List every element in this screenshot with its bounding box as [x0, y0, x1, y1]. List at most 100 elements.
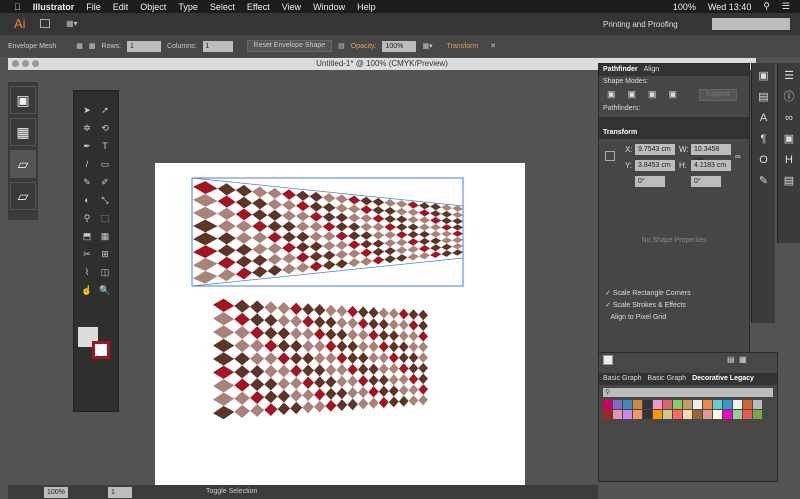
swatch[interactable] — [723, 400, 732, 409]
document-info-icon[interactable]: ▤ — [781, 173, 797, 189]
tool-icon[interactable]: ➚ — [98, 103, 112, 117]
character-icon[interactable]: A — [756, 110, 772, 126]
swatch[interactable] — [703, 410, 712, 419]
tool-icon[interactable]: ✐ — [98, 175, 112, 189]
opentype-icon[interactable]: O — [756, 152, 772, 168]
layers-icon[interactable]: ☰ — [781, 68, 797, 84]
swatch[interactable] — [673, 410, 682, 419]
tool-icon[interactable]: ⌇ — [80, 265, 94, 279]
reference-point-icon[interactable] — [605, 151, 615, 161]
swatch[interactable] — [623, 400, 632, 409]
tool-icon[interactable]: ⤡ — [98, 193, 112, 207]
unite-icon[interactable]: ▣ — [607, 89, 616, 101]
x-input[interactable]: 9.7543 cm — [635, 144, 675, 155]
exclude-icon[interactable]: ▣ — [669, 89, 678, 101]
zoom-input[interactable]: 100% — [44, 487, 68, 498]
swatch[interactable] — [603, 410, 612, 419]
tool-icon[interactable]: ✎ — [80, 175, 94, 189]
envelope-warp-icon[interactable]: ▣ — [10, 86, 36, 114]
swatch[interactable] — [653, 400, 662, 409]
pathfinder-icon[interactable]: ▣ — [756, 68, 772, 84]
tool-icon[interactable]: ➤ — [80, 103, 94, 117]
status-text[interactable]: Toggle Selection — [206, 488, 257, 495]
swatch[interactable] — [683, 410, 692, 419]
tab-basic-graph-2[interactable]: Basic Graph — [648, 373, 687, 385]
list-view-icon[interactable]: ▤ — [727, 355, 735, 364]
checkbox-scale-corners[interactable]: ✓ Scale Rectangle Corners — [605, 288, 749, 300]
swatch[interactable] — [703, 400, 712, 409]
artboards-icon[interactable]: ▣ — [781, 131, 797, 147]
swatch[interactable] — [673, 400, 682, 409]
stroke-color-icon[interactable] — [92, 341, 110, 359]
checkbox-align-pixel[interactable]: Align to Pixel Grid — [605, 312, 749, 324]
tool-icon[interactable]: ⬚ — [98, 211, 112, 225]
fill-stroke-icon[interactable] — [603, 355, 613, 365]
swatch[interactable] — [683, 400, 692, 409]
page-input[interactable]: 1 — [108, 487, 132, 498]
swatch[interactable] — [733, 400, 742, 409]
swatch-search-input[interactable]: ⚲ — [603, 388, 773, 397]
w-input[interactable]: 10.3458 cm — [691, 144, 731, 164]
tab-pathfinder[interactable]: Pathfinder — [603, 64, 638, 76]
minus-front-icon[interactable]: ▣ — [628, 89, 637, 101]
h-input[interactable]: 4.1183 cm — [691, 160, 731, 171]
graphic-styles-icon[interactable]: H — [781, 152, 797, 168]
swatch[interactable] — [743, 400, 752, 409]
swatch[interactable] — [643, 410, 652, 419]
paragraph-icon[interactable]: ¶ — [756, 131, 772, 147]
tab-align[interactable]: Align — [644, 64, 660, 76]
perspective-distort-icon[interactable]: ▱ — [10, 182, 36, 210]
align-icon[interactable]: ▤ — [756, 89, 772, 105]
tool-icon[interactable]: ⊞ — [98, 247, 112, 261]
tool-icon[interactable]: ☝ — [80, 283, 94, 297]
rotate-input[interactable]: 0° — [635, 176, 665, 187]
grid-view-icon[interactable]: ▦ — [739, 355, 747, 364]
swatch[interactable] — [753, 410, 762, 419]
swatch[interactable] — [613, 400, 622, 409]
swatch[interactable] — [613, 410, 622, 419]
swatch[interactable] — [603, 400, 612, 409]
tool-icon[interactable]: ◫ — [98, 265, 112, 279]
tab-basic-graph-1[interactable]: Basic Graph — [603, 373, 642, 385]
free-distort-icon[interactable]: ▱ — [10, 150, 36, 178]
info-icon[interactable]: ⓘ — [781, 89, 797, 105]
tool-icon[interactable]: ✒ — [80, 139, 94, 153]
tool-icon[interactable]: ▦ — [98, 229, 112, 243]
tool-icon[interactable]: ⟲ — [98, 121, 112, 135]
tool-icon[interactable]: ⚲ — [80, 211, 94, 225]
links-icon[interactable]: ∞ — [781, 110, 797, 126]
swatch[interactable] — [663, 400, 672, 409]
intersect-icon[interactable]: ▣ — [648, 89, 657, 101]
swatch[interactable] — [623, 410, 632, 419]
swatch[interactable] — [743, 410, 752, 419]
tool-icon[interactable]: ✂ — [80, 247, 94, 261]
top-pattern-diamond — [418, 209, 431, 217]
tool-icon[interactable]: / — [80, 157, 94, 171]
expand-button[interactable]: Expand — [699, 89, 737, 101]
swatch[interactable] — [753, 400, 762, 409]
constrain-link-icon[interactable]: ∞ — [735, 152, 741, 161]
swatch[interactable] — [653, 410, 662, 419]
shear-input[interactable]: 0° — [691, 176, 721, 187]
tool-icon[interactable]: ◐ — [80, 193, 94, 207]
swatch[interactable] — [693, 410, 702, 419]
tool-icon[interactable]: 🔍 — [98, 283, 112, 297]
swatch[interactable] — [633, 410, 642, 419]
swatch[interactable] — [633, 400, 642, 409]
swatch[interactable] — [663, 410, 672, 419]
swatch[interactable] — [713, 410, 722, 419]
checkbox-scale-strokes[interactable]: ✓ Scale Strokes & Effects — [605, 300, 749, 312]
y-input[interactable]: 3.8453 cm — [635, 160, 675, 171]
tool-icon[interactable]: ⬒ — [80, 229, 94, 243]
swatch[interactable] — [713, 400, 722, 409]
tool-icon[interactable]: T — [98, 139, 112, 153]
swatch[interactable] — [733, 410, 742, 419]
tool-icon[interactable]: ✲ — [80, 121, 94, 135]
swatch[interactable] — [723, 410, 732, 419]
transform-icon[interactable]: ✎ — [756, 173, 772, 189]
swatch[interactable] — [643, 400, 652, 409]
tool-icon[interactable]: ▭ — [98, 157, 112, 171]
envelope-mesh-icon[interactable]: ▦ — [10, 118, 36, 146]
tab-decorative-legacy[interactable]: Decorative Legacy — [692, 373, 754, 385]
swatch[interactable] — [693, 400, 702, 409]
